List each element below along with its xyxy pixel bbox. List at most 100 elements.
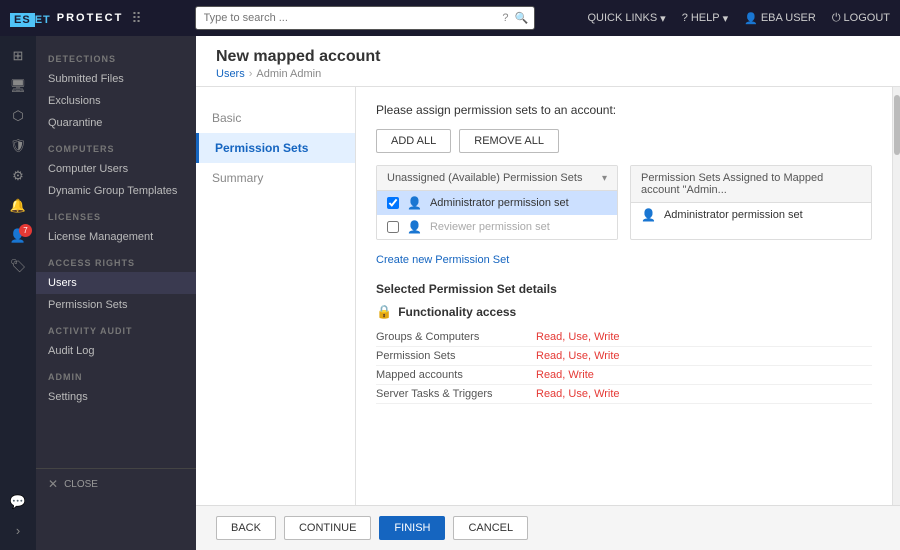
available-item-1-icon: 👤 (407, 196, 422, 210)
nav-section-detections: DETECTIONS (36, 44, 196, 68)
available-item-2-checkbox[interactable] (387, 221, 399, 233)
available-item-1-label: Administrator permission set (430, 197, 569, 209)
close-nav-button[interactable]: CLOSE (64, 479, 98, 490)
page-header: New mapped account Users › Admin Admin (196, 36, 900, 87)
assigned-panel-title: Permission Sets Assigned to Mapped accou… (641, 172, 861, 196)
user-icon: 👤 (744, 12, 758, 25)
finish-button[interactable]: FINISH (379, 516, 445, 540)
tab-summary[interactable]: Summary (196, 163, 355, 193)
func-access-label: Functionality access (398, 305, 516, 319)
topbar-search-container: 🔍 ? (195, 6, 535, 30)
sidebar-icon-expand[interactable]: › (2, 516, 34, 544)
breadcrumb-users[interactable]: Users (216, 68, 245, 80)
sidebar-icon-chat[interactable]: 💬 (2, 488, 34, 516)
remove-all-button[interactable]: REMOVE ALL (459, 129, 559, 153)
help-label: HELP (691, 12, 720, 24)
footer: BACK CONTINUE FINISH CANCEL (196, 505, 900, 550)
sidebar-icon-users[interactable]: 👤 7 (2, 222, 34, 250)
topbar-logo: ESET PROTECT (10, 11, 123, 26)
nav-item-settings[interactable]: Settings (36, 386, 196, 408)
available-item-1[interactable]: 👤 Administrator permission set (377, 191, 617, 215)
available-item-1-checkbox[interactable] (387, 197, 399, 209)
assigned-item-1-icon: 👤 (641, 208, 656, 222)
logout-button[interactable]: ⏻ LOGOUT (832, 12, 890, 25)
nav-item-license-management[interactable]: License Management (36, 226, 196, 248)
nav-item-computer-users[interactable]: Computer Users (36, 158, 196, 180)
nav-item-audit-log[interactable]: Audit Log (36, 340, 196, 362)
nav-section-computers: COMPUTERS (36, 134, 196, 158)
assigned-item-1[interactable]: 👤 Administrator permission set (631, 203, 871, 227)
user-button[interactable]: 👤 EBA USER (744, 12, 816, 25)
users-badge: 7 (19, 224, 32, 237)
sidebar-icon-dashboard[interactable]: ⊞ (2, 42, 34, 70)
available-panel: Unassigned (Available) Permission Sets ▾… (376, 165, 618, 240)
user-label: EBA USER (761, 12, 816, 24)
search-input[interactable] (195, 6, 535, 30)
nav-section-licenses: LICENSES (36, 202, 196, 226)
topbar: ESET PROTECT ⠿ 🔍 ? QUICK LINKS ▾ ? HELP … (0, 0, 900, 36)
sidebar-icon-alerts[interactable]: 🔔 (2, 192, 34, 220)
breadcrumb: Users › Admin Admin (216, 68, 880, 80)
continue-button[interactable]: CONTINUE (284, 516, 371, 540)
available-item-2[interactable]: 👤 Reviewer permission set (377, 215, 617, 239)
detail-label-4: Server Tasks & Triggers (376, 388, 536, 400)
nav-item-dynamic-group-templates[interactable]: Dynamic Group Templates (36, 180, 196, 202)
nav-item-submitted-files[interactable]: Submitted Files (36, 68, 196, 90)
available-panel-header: Unassigned (Available) Permission Sets ▾ (377, 166, 617, 191)
sidebar-icon-computers[interactable]: 🖥 (2, 72, 34, 100)
scrollbar-thumb[interactable] (894, 95, 900, 155)
permission-panels: Unassigned (Available) Permission Sets ▾… (376, 165, 872, 240)
breadcrumb-separator: › (249, 68, 253, 80)
back-button[interactable]: BACK (216, 516, 276, 540)
scrollbar[interactable] (892, 87, 900, 505)
nav-section-admin: ADMIN (36, 362, 196, 386)
tab-permission-sets[interactable]: Permission Sets (196, 133, 355, 163)
sidebar-icon-settings[interactable]: ⚙ (2, 162, 34, 190)
quick-links-button[interactable]: QUICK LINKS ▾ (587, 12, 665, 25)
assigned-panel: Permission Sets Assigned to Mapped accou… (630, 165, 872, 240)
detail-row-4: Server Tasks & Triggers Read, Use, Write (376, 385, 872, 404)
assigned-item-1-label: Administrator permission set (664, 209, 803, 221)
layout: ⊞ 🖥 ⬡ 🛡 ⚙ 🔔 👤 7 🏷 💬 › DETECTIONS Submitt… (0, 36, 900, 550)
sidebar-icon-network[interactable]: ⬡ (2, 102, 34, 130)
close-icon: ✕ (48, 477, 58, 491)
selected-details: Selected Permission Set details 🔒 Functi… (376, 282, 872, 404)
sidebar-icon-tags[interactable]: 🏷 (2, 252, 34, 280)
selected-details-title: Selected Permission Set details (376, 282, 872, 296)
topbar-left: ESET PROTECT ⠿ (10, 10, 142, 27)
permission-btn-row: ADD ALL REMOVE ALL (376, 129, 872, 153)
nav-item-exclusions[interactable]: Exclusions (36, 90, 196, 112)
content-area: New mapped account Users › Admin Admin B… (196, 36, 900, 550)
available-item-2-icon: 👤 (407, 220, 422, 234)
detail-label-3: Mapped accounts (376, 369, 536, 381)
available-panel-title: Unassigned (Available) Permission Sets (387, 172, 582, 184)
add-all-button[interactable]: ADD ALL (376, 129, 451, 153)
help-button[interactable]: ? HELP ▾ (682, 12, 728, 25)
search-icon: 🔍 (515, 12, 529, 25)
nav-item-users[interactable]: Users (36, 272, 196, 294)
permission-section-title: Please assign permission sets to an acco… (376, 103, 872, 117)
help-icon: ? (682, 12, 688, 24)
sidebar-icons-bottom: 💬 › (2, 488, 34, 544)
nav-item-quarantine[interactable]: Quarantine (36, 112, 196, 134)
nav-item-permission-sets[interactable]: Permission Sets (36, 294, 196, 316)
nav-bottom: ✕ CLOSE (36, 468, 196, 499)
detail-value-1: Read, Use, Write (536, 331, 620, 343)
search-help-icon: ? (502, 12, 508, 24)
detail-row-1: Groups & Computers Read, Use, Write (376, 328, 872, 347)
nav-section-activity-audit: ACTIVITY AUDIT (36, 316, 196, 340)
logout-icon: ⏻ (832, 12, 841, 25)
cancel-button[interactable]: CANCEL (453, 516, 528, 540)
available-item-2-label: Reviewer permission set (430, 221, 550, 233)
wizard-tabs: Basic Permission Sets Summary (196, 87, 356, 505)
logout-label: LOGOUT (844, 12, 890, 24)
topbar-right: QUICK LINKS ▾ ? HELP ▾ 👤 EBA USER ⏻ LOGO… (587, 12, 890, 25)
detail-row-3: Mapped accounts Read, Write (376, 366, 872, 385)
create-permission-set-link[interactable]: Create new Permission Set (376, 254, 509, 266)
available-panel-chevron-icon: ▾ (602, 173, 607, 184)
grid-icon[interactable]: ⠿ (131, 10, 141, 27)
tab-basic[interactable]: Basic (196, 103, 355, 133)
detail-value-2: Read, Use, Write (536, 350, 620, 362)
sidebar-icon-shield[interactable]: 🛡 (2, 132, 34, 160)
lock-icon: 🔒 (376, 304, 392, 320)
